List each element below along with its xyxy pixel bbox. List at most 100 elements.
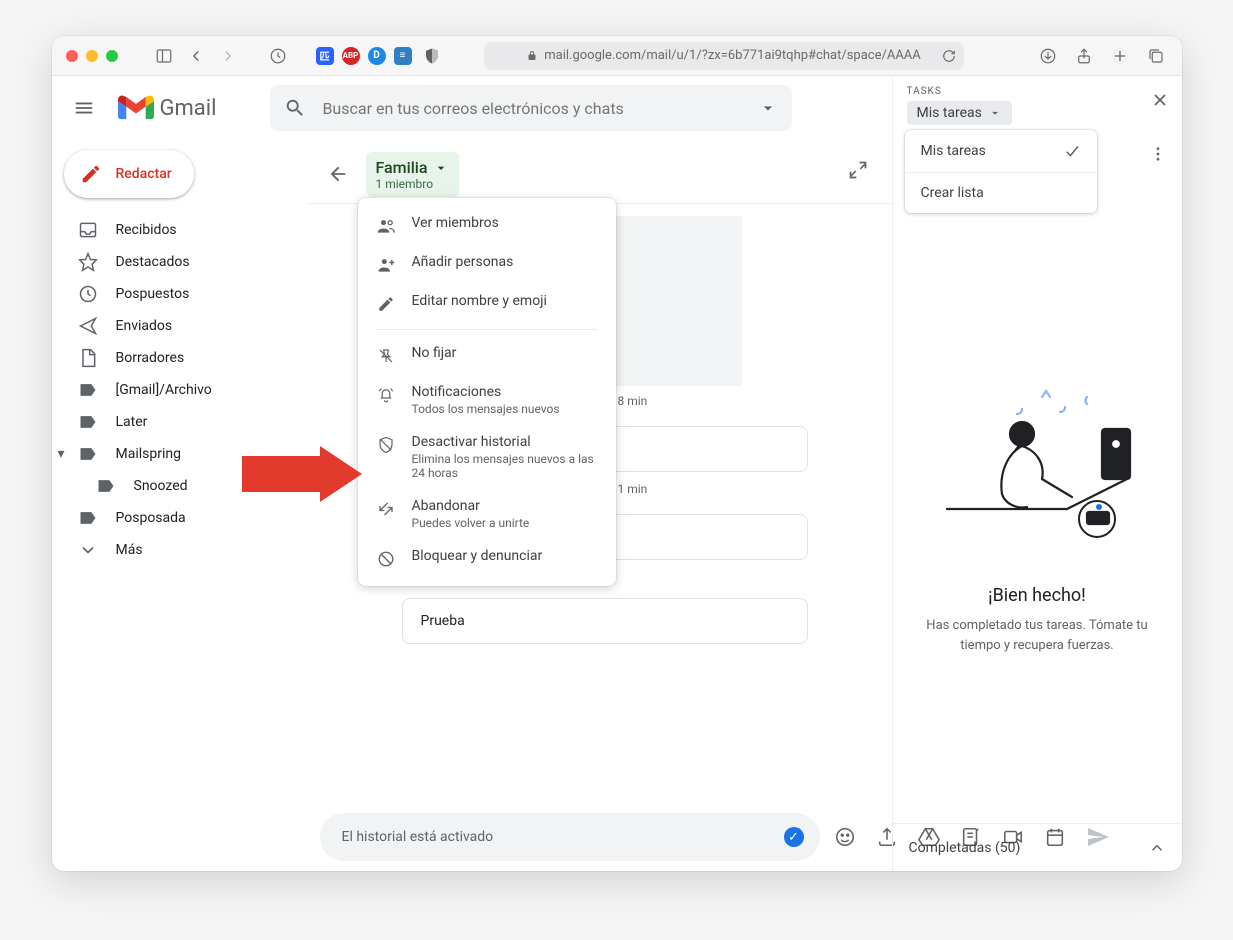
tasks-panel: TASKS Mis tareas Mis tareas: [892, 76, 1182, 871]
download-icon[interactable]: [1036, 44, 1060, 68]
app-body: Gmail Redactar Recibidos Destacados: [52, 76, 1182, 871]
nav-archive[interactable]: [Gmail]/Archivo: [52, 374, 296, 406]
menu-leave-label: Abandonar: [412, 498, 530, 514]
tasks-menu-my-tasks[interactable]: Mis tareas: [905, 130, 1097, 172]
tasks-empty-title: ¡Bien hecho!: [988, 585, 1086, 606]
maximize-window-button[interactable]: [106, 50, 118, 62]
history-icon[interactable]: [266, 44, 290, 68]
history-off-icon: [376, 435, 396, 455]
send-icon: [78, 316, 98, 336]
nav-starred[interactable]: Destacados: [52, 246, 296, 278]
nav-posposada[interactable]: Posposada: [52, 502, 296, 534]
menu-edit-name[interactable]: Editar nombre y emoji: [358, 284, 616, 323]
chat-compose-bar[interactable]: El historial está activado ✓: [320, 813, 820, 861]
forward-button-icon[interactable]: [216, 44, 240, 68]
nav-snoozed-sub-label: Snoozed: [134, 478, 188, 494]
menu-unpin[interactable]: No fijar: [358, 336, 616, 375]
menu-block[interactable]: Bloquear y denunciar: [358, 539, 616, 578]
nav-starred-label: Destacados: [116, 254, 190, 270]
menu-disable-history-label: Desactivar historial: [412, 434, 598, 450]
nav-drafts[interactable]: Borradores: [52, 342, 296, 374]
menu-separator: [376, 329, 598, 330]
sidebar-toggle-icon[interactable]: [152, 44, 176, 68]
tasks-label: TASKS: [907, 86, 1168, 97]
nav-snoozed[interactable]: Pospuestos: [52, 278, 296, 310]
bell-icon: [376, 385, 396, 405]
tasks-close-button[interactable]: [1150, 90, 1170, 114]
nav-snoozed-label: Pospuestos: [116, 286, 190, 302]
tasks-dropdown-label: Mis tareas: [917, 105, 982, 121]
menu-add-people[interactable]: Añadir personas: [358, 245, 616, 284]
chevron-down-icon: [433, 160, 449, 176]
chevron-up-icon: [1148, 839, 1166, 857]
inbox-icon: [78, 220, 98, 240]
lock-icon: [526, 50, 538, 62]
reload-icon[interactable]: [942, 49, 956, 63]
search-input[interactable]: [322, 99, 742, 118]
main-menu-icon[interactable]: [64, 88, 104, 128]
menu-disable-history[interactable]: Desactivar historialElimina los mensajes…: [358, 425, 616, 489]
search-bar[interactable]: [270, 85, 792, 131]
chat-back-button[interactable]: [320, 156, 356, 192]
nav-archive-label: [Gmail]/Archivo: [116, 382, 212, 398]
tabs-overview-icon[interactable]: [1144, 44, 1168, 68]
caret-down-icon: ▾: [58, 446, 65, 462]
menu-block-label: Bloquear y denunciar: [412, 548, 543, 564]
new-tab-icon[interactable]: [1108, 44, 1132, 68]
tasks-menu-create-list[interactable]: Crear lista: [905, 173, 1097, 213]
gmail-logo[interactable]: Gmail: [118, 94, 217, 122]
traffic-lights: [66, 50, 118, 62]
close-window-button[interactable]: [66, 50, 78, 62]
collapse-panel-icon[interactable]: [840, 152, 876, 188]
label-icon: [96, 476, 116, 496]
menu-notifications[interactable]: NotificacionesTodos los mensajes nuevos: [358, 375, 616, 425]
menu-notifications-sub: Todos los mensajes nuevos: [412, 402, 560, 416]
titlebar: 匹 ABP D ≡ mail.google.com/mail/u/1/?zx=6…: [52, 36, 1182, 76]
url-bar[interactable]: mail.google.com/mail/u/1/?zx=6b771ai9tqh…: [484, 42, 964, 70]
chat-main: Familia 1 miembro Ver miembros: [308, 140, 892, 871]
pencil-icon: [80, 163, 102, 185]
label-icon: [78, 412, 98, 432]
chevron-down-icon: [988, 106, 1002, 120]
chat-task-open[interactable]: Prueba: [402, 598, 808, 644]
person-add-icon: [376, 255, 396, 275]
menu-add-people-label: Añadir personas: [412, 254, 514, 270]
space-dropdown[interactable]: Familia 1 miembro: [366, 152, 460, 197]
nav-sent-label: Enviados: [116, 318, 173, 334]
task-open-label: Prueba: [421, 613, 465, 629]
menu-leave[interactable]: Abandonar Puedes volver a unirte: [358, 489, 616, 539]
extension-icon-abp[interactable]: ABP: [342, 47, 360, 65]
nav-drafts-label: Borradores: [116, 350, 185, 366]
nav-later[interactable]: Later: [52, 406, 296, 438]
tasks-list-dropdown[interactable]: Mis tareas: [907, 101, 1012, 125]
tasks-more-button[interactable]: [1146, 142, 1170, 166]
shield-extension-icon[interactable]: [420, 44, 444, 68]
emoji-icon[interactable]: [834, 826, 856, 848]
clock-icon: [78, 284, 98, 304]
history-status-text: El historial está activado: [342, 829, 494, 845]
nav-mailspring-label: Mailspring: [116, 446, 181, 462]
block-icon: [376, 549, 396, 569]
content-row: Redactar Recibidos Destacados Pospuestos…: [52, 140, 892, 871]
nav-inbox[interactable]: Recibidos: [52, 214, 296, 246]
extension-icon-1[interactable]: 匹: [316, 47, 334, 65]
extension-icon-d[interactable]: D: [368, 47, 386, 65]
tasks-completed-footer[interactable]: Completadas (50): [893, 823, 1182, 871]
minimize-window-button[interactable]: [86, 50, 98, 62]
annotation-arrow: [242, 446, 362, 502]
label-icon: [78, 444, 98, 464]
menu-view-members[interactable]: Ver miembros: [358, 206, 616, 245]
compose-button[interactable]: Redactar: [64, 150, 194, 198]
menu-leave-sub: Puedes volver a unirte: [412, 516, 530, 530]
tasks-illustration: [927, 379, 1147, 569]
gmail-area: Gmail Redactar Recibidos Destacados: [52, 76, 892, 871]
pencil-icon: [376, 294, 396, 314]
nav-more[interactable]: Más: [52, 534, 296, 566]
share-icon[interactable]: [1072, 44, 1096, 68]
search-options-icon[interactable]: [758, 98, 778, 118]
nav-more-label: Más: [116, 542, 143, 558]
back-button-icon[interactable]: [184, 44, 208, 68]
browser-window: 匹 ABP D ≡ mail.google.com/mail/u/1/?zx=6…: [52, 36, 1182, 871]
nav-sent[interactable]: Enviados: [52, 310, 296, 342]
extension-icon-4[interactable]: ≡: [394, 47, 412, 65]
